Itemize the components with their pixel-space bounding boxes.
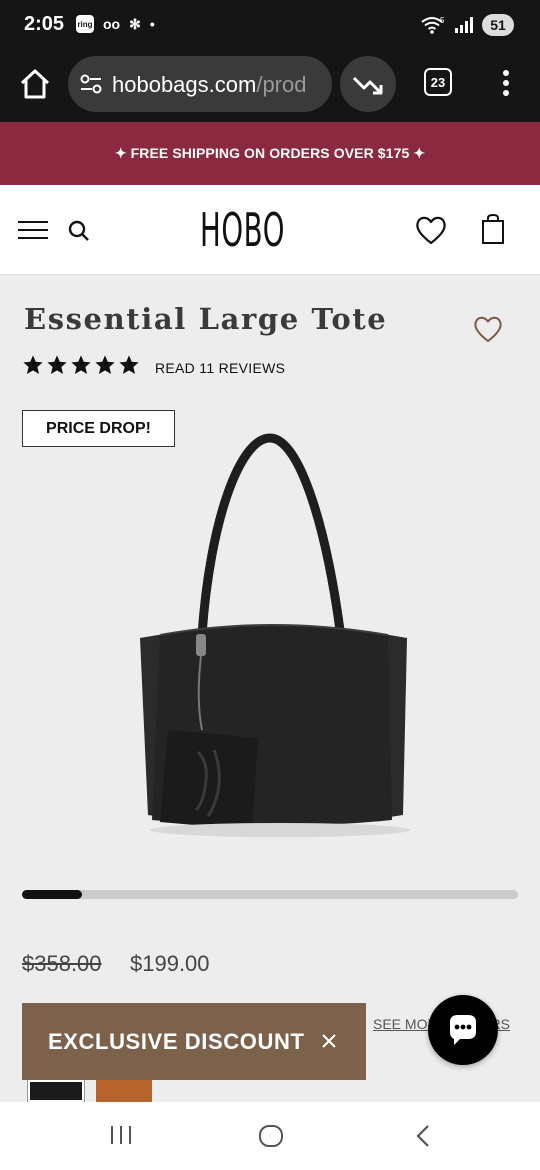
url-text[interactable]: hobobags.com/prod	[112, 72, 322, 98]
slack-icon: ✻	[129, 15, 141, 32]
swatch-black[interactable]	[27, 1079, 85, 1103]
star-rating[interactable]	[22, 354, 140, 376]
url-domain: hobobags.com	[112, 72, 257, 97]
wifi-icon: 5	[421, 16, 445, 34]
promo-bar[interactable]: ✦ FREE SHIPPING ON ORDERS OVER $175 ✦	[0, 122, 540, 185]
more-vert-icon[interactable]	[494, 66, 518, 100]
system-icons: 5 51	[420, 14, 514, 36]
address-bar[interactable]: hobobags.com/prod	[68, 56, 332, 112]
signal-icon	[455, 17, 473, 33]
voicemail-icon: ᴏᴏ	[103, 16, 121, 32]
exclusive-discount-banner[interactable]: EXCLUSIVE DISCOUNT	[22, 1003, 366, 1080]
gallery-progress-track[interactable]	[22, 890, 518, 899]
wishlist-heart-icon[interactable]	[472, 314, 504, 344]
battery-icon: 51	[482, 14, 514, 36]
url-path: /prod	[256, 72, 307, 97]
price-drop-badge: PRICE DROP!	[22, 410, 175, 447]
system-nav-bar	[0, 1102, 540, 1170]
status-bar: 2:05 ring ᴏᴏ ✻ • 5 51	[0, 0, 540, 52]
back-icon[interactable]	[414, 1123, 432, 1149]
notification-icons: ring ᴏᴏ ✻ •	[76, 15, 155, 33]
read-reviews-link[interactable]: READ 11 REVIEWS	[155, 360, 285, 376]
chat-icon	[450, 1015, 476, 1045]
star-icon	[119, 355, 139, 374]
trending-button[interactable]	[340, 56, 396, 112]
recents-icon[interactable]	[108, 1124, 134, 1146]
sale-price: $199.00	[130, 951, 210, 976]
notification-dot-icon: •	[149, 16, 155, 32]
original-price: $358.00	[22, 951, 102, 976]
ring-icon: ring	[76, 15, 94, 33]
star-icon	[47, 355, 67, 374]
hamburger-icon[interactable]	[18, 220, 48, 240]
tune-icon[interactable]	[80, 74, 102, 94]
product-image[interactable]	[120, 430, 420, 850]
nav-home-icon[interactable]	[258, 1124, 284, 1148]
home-icon[interactable]	[18, 67, 52, 101]
star-icon	[23, 355, 43, 374]
trending-down-icon	[352, 76, 383, 95]
close-icon[interactable]	[318, 1030, 340, 1052]
chat-button[interactable]	[428, 995, 498, 1065]
heart-icon[interactable]	[414, 214, 448, 246]
shopping-bag-icon[interactable]	[481, 213, 505, 245]
browser-toolbar: hobobags.com/prod 23	[0, 52, 540, 122]
site-logo[interactable]: HOBO	[200, 203, 284, 257]
status-time: 2:05	[24, 13, 65, 35]
swatch-brown[interactable]	[96, 1080, 152, 1102]
star-icon	[95, 355, 115, 374]
gallery-progress-fill	[22, 890, 82, 899]
svg-text:5: 5	[440, 16, 445, 25]
product-title: Essential Large Tote	[24, 302, 388, 336]
search-icon[interactable]	[66, 218, 92, 244]
tab-switcher-button[interactable]: 23	[424, 68, 452, 96]
site-header: HOBO	[0, 185, 540, 275]
discount-text: EXCLUSIVE DISCOUNT	[48, 1029, 305, 1054]
star-icon	[71, 355, 91, 374]
